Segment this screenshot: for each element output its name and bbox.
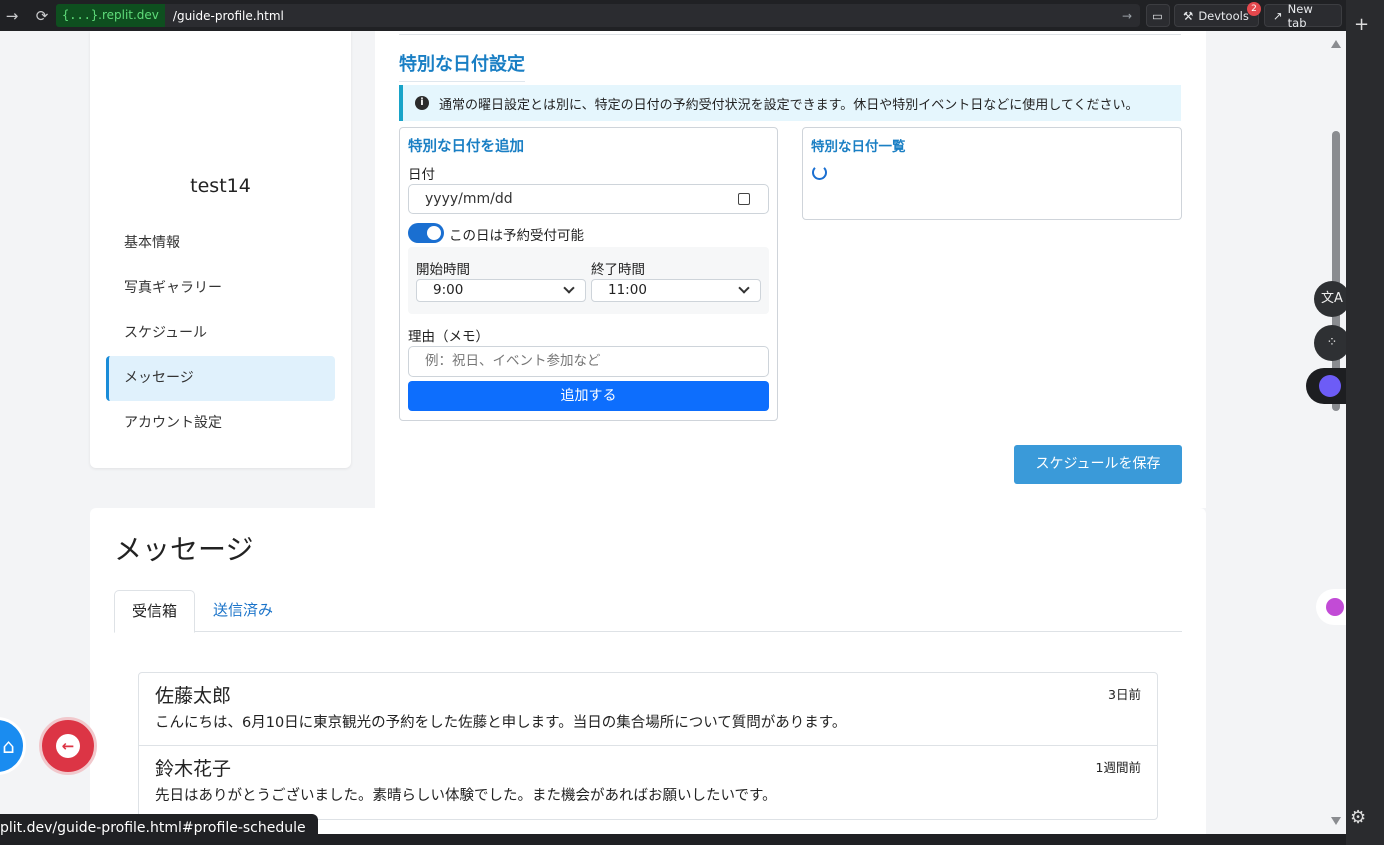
sidebar-item-schedule[interactable]: スケジュール — [106, 311, 335, 356]
save-schedule-button[interactable]: スケジュールを保存 — [1014, 445, 1182, 484]
browser-side-panel: + ⚙ — [1346, 0, 1384, 845]
time-range-panel: 開始時間 終了時間 9:00 11:00 — [408, 247, 769, 314]
profile-menu: 基本情報 写真ギャラリー スケジュール メッセージ アカウント設定 — [106, 221, 335, 446]
sender-name: 鈴木花子 — [155, 758, 232, 780]
messages-title: メッセージ — [114, 533, 254, 566]
message-list: 佐藤太郎 3日前 こんにちは、6月10日に東京観光の予約をした佐藤と申します。当… — [138, 672, 1158, 820]
message-preview: 先日はありがとうございました。素晴らしい体験でした。また機会があればお願いしたい… — [155, 788, 777, 804]
list-item[interactable]: 佐藤太郎 3日前 こんにちは、6月10日に東京観光の予約をした佐藤と申します。当… — [139, 673, 1157, 746]
memo-label: 理由（メモ） — [408, 329, 489, 345]
messages-panel: メッセージ 受信箱 送信済み 佐藤太郎 3日前 こんにちは、6月10日に東京観光… — [90, 508, 1206, 834]
info-icon: i — [415, 96, 429, 110]
sidebar-item-photo-gallery[interactable]: 写真ギャラリー — [106, 266, 335, 311]
memo-textarea[interactable]: 例：祝日、イベント参加など — [408, 346, 769, 377]
plus-icon[interactable]: + — [1354, 14, 1369, 35]
back-fab[interactable]: ← — [39, 717, 97, 775]
devtools-badge: 2 — [1247, 2, 1261, 16]
date-placeholder: yyyy/mm/dd — [425, 191, 513, 207]
url-path: /guide-profile.html — [172, 8, 284, 23]
message-time: 3日前 — [1108, 687, 1141, 702]
available-toggle-label: この日は予約受付可能 — [449, 228, 584, 244]
reload-icon[interactable]: ⟳ — [30, 7, 54, 25]
schedule-panel: 特別な日付設定 i 通常の曜日設定とは別に、特定の日付の予約受付状況を設定できま… — [375, 31, 1206, 508]
add-date-button[interactable]: 追加する — [408, 381, 769, 411]
available-toggle[interactable] — [408, 223, 444, 243]
end-time-select[interactable]: 11:00 — [591, 279, 761, 302]
scroll-up-icon[interactable] — [1331, 40, 1341, 48]
special-date-list-title: 特別な日付一覧 — [811, 139, 906, 155]
start-time-select[interactable]: 9:00 — [416, 279, 586, 302]
message-tabs: 受信箱 送信済み — [114, 590, 1182, 633]
address-bar[interactable]: {...}.replit.dev /guide-profile.html → — [56, 4, 1140, 27]
calendar-icon[interactable] — [738, 193, 750, 205]
add-date-title: 特別な日付を追加 — [408, 139, 524, 155]
add-special-date-form: 特別な日付を追加 日付 yyyy/mm/dd この日は予約受付可能 開始時間 終… — [399, 127, 778, 421]
tab-inbox[interactable]: 受信箱 — [114, 590, 196, 633]
status-url-bar: plit.dev/guide-profile.html#profile-sche… — [0, 814, 318, 842]
external-link-icon: ↗ — [1273, 8, 1283, 23]
special-date-title: 特別な日付設定 — [399, 50, 525, 82]
apps-grid-icon[interactable]: ⁘ — [1314, 325, 1350, 361]
page-scrollbar[interactable] — [1327, 31, 1346, 834]
info-alert: i 通常の曜日設定とは別に、特定の日付の予約受付状況を設定できます。休日や特別イ… — [399, 85, 1181, 121]
wrench-icon: ⚒ — [1183, 8, 1194, 23]
date-input[interactable]: yyyy/mm/dd — [408, 184, 769, 214]
home-icon: ⌂ — [2, 734, 15, 758]
chevron-down-icon — [563, 282, 575, 294]
sender-name: 佐藤太郎 — [155, 685, 232, 707]
info-text: 通常の曜日設定とは別に、特定の日付の予約受付状況を設定できます。休日や特別イベン… — [439, 97, 1139, 113]
url-host: {...}.replit.dev — [56, 4, 165, 27]
back-arrow-icon: ← — [56, 734, 80, 758]
list-item[interactable]: 鈴木花子 1週間前 先日はありがとうございました。素晴らしい体験でした。また機会… — [139, 746, 1157, 819]
loading-spinner-icon — [812, 165, 827, 180]
tab-sent[interactable]: 送信済み — [196, 590, 290, 632]
sidebar-item-account-settings[interactable]: アカウント設定 — [106, 401, 335, 446]
toggle-knob — [427, 226, 441, 240]
message-time: 1週間前 — [1095, 760, 1141, 775]
new-tab-button[interactable]: ↗ New tab — [1264, 2, 1342, 30]
screen-icon[interactable]: ▭ — [1146, 4, 1170, 27]
gear-icon[interactable]: ⚙ — [1350, 807, 1366, 828]
end-time-label: 終了時間 — [591, 262, 645, 278]
message-preview: こんにちは、6月10日に東京観光の予約をした佐藤と申します。当日の集合場所につい… — [155, 715, 847, 731]
translate-icon[interactable]: 文A — [1314, 281, 1350, 317]
sidebar-item-messages[interactable]: メッセージ — [106, 356, 335, 401]
date-label: 日付 — [408, 167, 435, 183]
special-date-list: 特別な日付一覧 — [802, 127, 1182, 220]
profile-username: test14 — [190, 175, 251, 197]
forward-icon[interactable]: → — [0, 7, 24, 25]
divider — [399, 34, 1181, 35]
chevron-down-icon — [738, 282, 750, 294]
devtools-button[interactable]: ⚒ Devtools 2 — [1174, 2, 1261, 27]
profile-sidebar: test14 基本情報 写真ギャラリー スケジュール メッセージ アカウント設定 — [90, 31, 351, 468]
sidebar-item-basic-info[interactable]: 基本情報 — [106, 221, 335, 266]
scroll-down-icon[interactable] — [1331, 817, 1341, 825]
go-arrow-icon[interactable]: → — [1122, 9, 1132, 23]
page-content: test14 基本情報 写真ギャラリー スケジュール メッセージ アカウント設定… — [0, 31, 1346, 834]
start-time-label: 開始時間 — [416, 262, 470, 278]
